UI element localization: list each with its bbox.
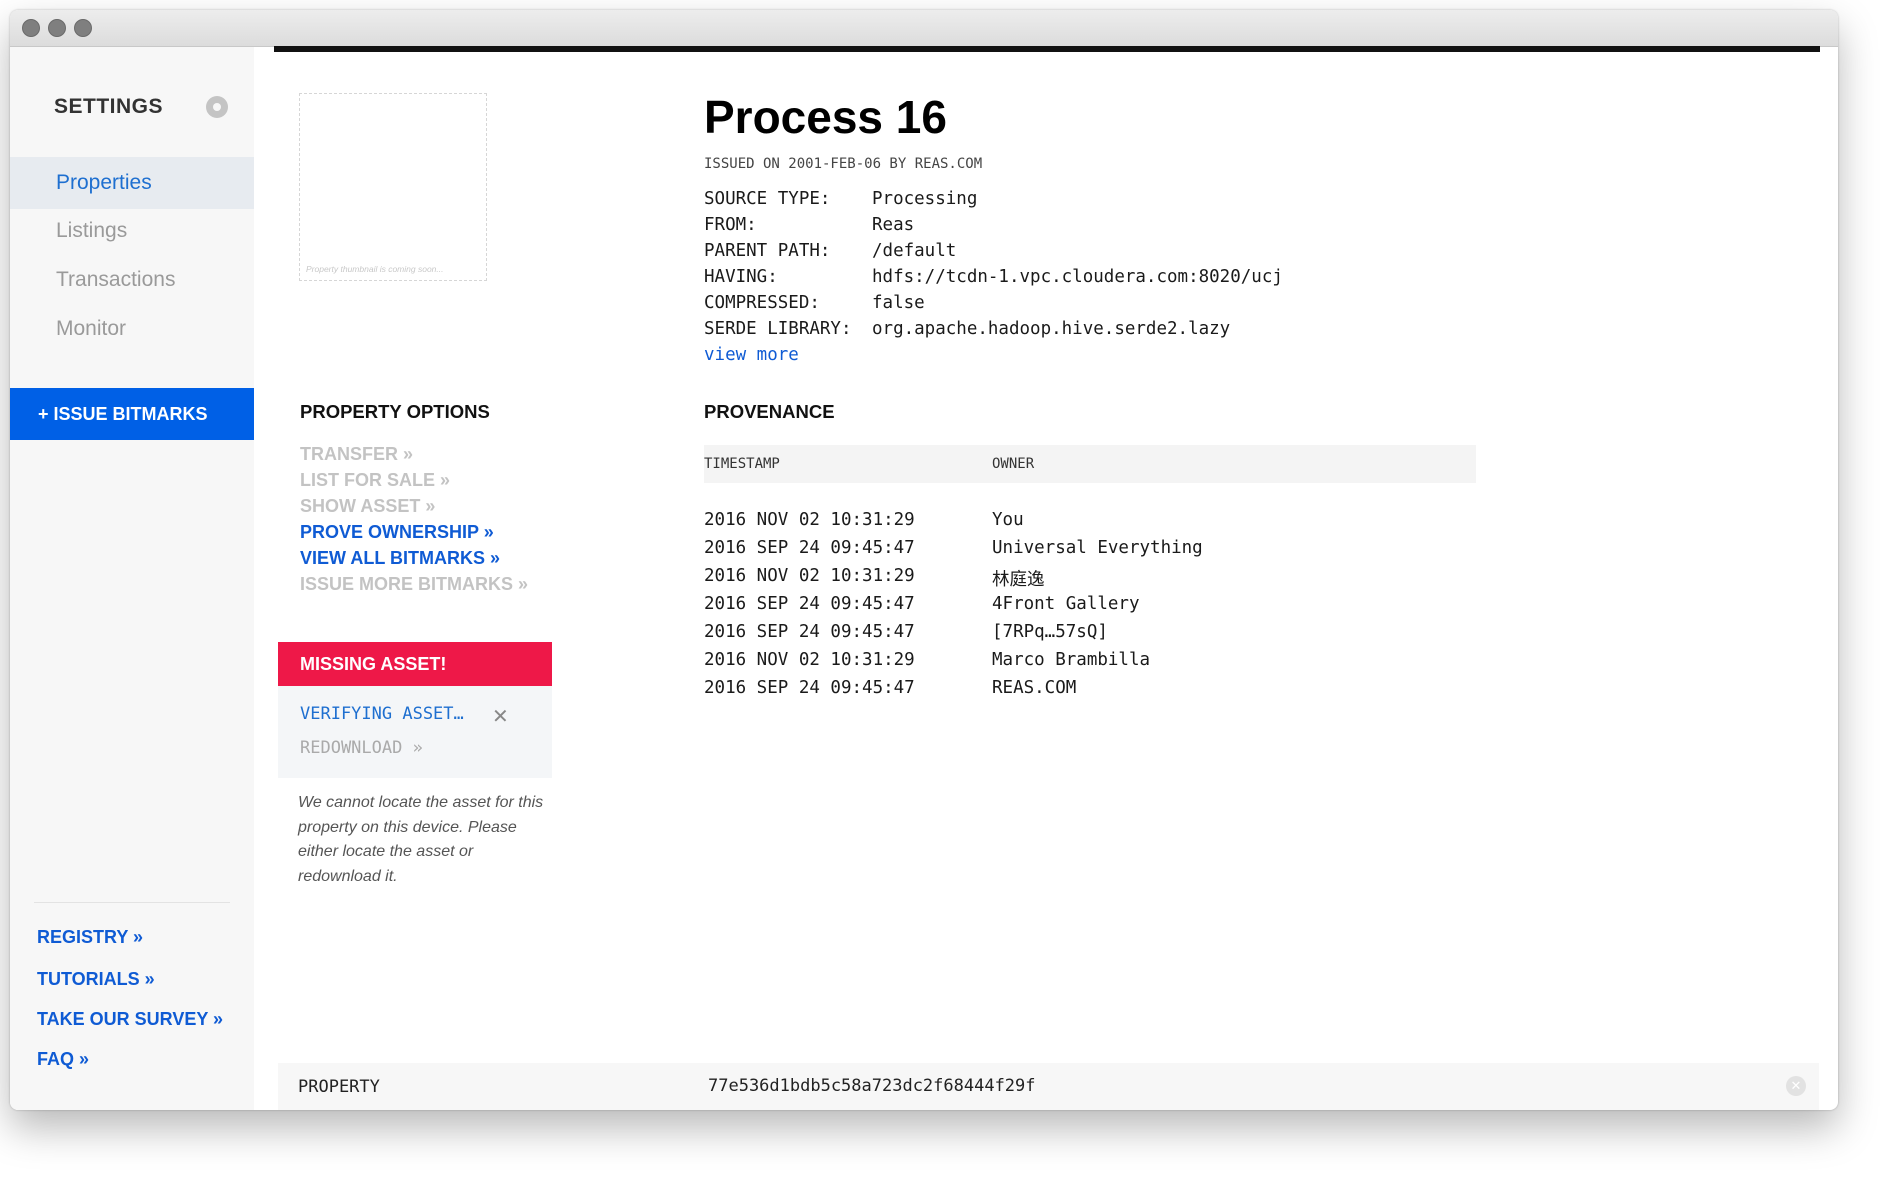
close-circle-icon[interactable]: ✕ <box>1786 1076 1806 1096</box>
row-timestamp: 2016 SEP 24 09:45:47 <box>704 538 915 558</box>
sidebar-item-properties[interactable]: Properties <box>10 157 254 209</box>
issue-more-bitmarks-option[interactable]: ISSUE MORE BITMARKS » <box>300 574 528 595</box>
meta-value: Reas <box>872 215 915 235</box>
meta-key: SOURCE TYPE: <box>704 189 831 209</box>
sidebar-divider <box>34 902 230 903</box>
redownload-link[interactable]: REDOWNLOAD » <box>300 738 423 758</box>
verifying-asset-status: VERIFYING ASSET… <box>300 704 464 724</box>
gear-icon[interactable] <box>206 96 228 118</box>
meta-row: view more <box>704 342 1283 368</box>
asset-status-panel: VERIFYING ASSET… ✕ REDOWNLOAD » <box>278 686 552 778</box>
missing-asset-banner: MISSING ASSET! <box>278 642 552 686</box>
row-timestamp: 2016 NOV 02 10:31:29 <box>704 566 915 586</box>
close-window-button[interactable] <box>22 19 40 37</box>
property-title: Process 16 <box>704 91 947 143</box>
meta-row: SOURCE TYPE: Processing <box>704 186 1283 212</box>
row-owner: 4Front Gallery <box>992 594 1140 614</box>
view-more-link[interactable]: view more <box>704 345 799 365</box>
provenance-heading: PROVENANCE <box>704 401 835 422</box>
issued-info: ISSUED ON 2001-FEB-06 BY REAS.COM <box>704 156 983 172</box>
meta-row: COMPRESSED: false <box>704 290 1283 316</box>
owner-column-header: OWNER <box>992 456 1035 472</box>
title-bar <box>10 10 1838 47</box>
sidebar-item-transactions[interactable]: Transactions <box>10 254 254 306</box>
property-footer: PROPERTY 77e536d1bdb5c58a723dc2f68444f29… <box>278 1063 1819 1110</box>
meta-key: HAVING: <box>704 267 778 287</box>
meta-row: FROM: Reas <box>704 212 1283 238</box>
app-window: SETTINGS Properties Listings Transaction… <box>10 10 1838 1110</box>
property-metadata: SOURCE TYPE: Processing FROM: Reas PARENT … <box>704 186 1283 368</box>
maximize-window-button[interactable] <box>74 19 92 37</box>
take-survey-link[interactable]: TAKE OUR SURVEY » <box>37 1009 223 1030</box>
timestamp-column-header: TIMESTAMP <box>704 456 780 472</box>
meta-value: /default <box>872 241 957 261</box>
list-for-sale-option[interactable]: LIST FOR SALE » <box>300 470 450 491</box>
view-all-bitmarks-option[interactable]: VIEW ALL BITMARKS » <box>300 548 500 569</box>
row-timestamp: 2016 SEP 24 09:45:47 <box>704 594 915 614</box>
row-owner: 林庭逸 <box>992 570 1045 590</box>
meta-value: false <box>872 293 925 313</box>
registry-link[interactable]: REGISTRY » <box>37 927 143 948</box>
row-timestamp: 2016 NOV 02 10:31:29 <box>704 510 915 530</box>
property-hash: 77e536d1bdb5c58a723dc2f68444f29f <box>708 1076 1036 1096</box>
row-timestamp: 2016 NOV 02 10:31:29 <box>704 650 915 670</box>
sidebar-item-listings[interactable]: Listings <box>10 205 254 257</box>
issue-bitmarks-button[interactable]: + ISSUE BITMARKS <box>10 388 254 440</box>
meta-value: org.apache.hadoop.hive.serde2.lazy <box>872 319 1231 339</box>
show-asset-option[interactable]: SHOW ASSET » <box>300 496 435 517</box>
row-owner: REAS.COM <box>992 678 1077 698</box>
property-thumbnail: Property thumbnail is coming soon... <box>299 93 487 281</box>
meta-key: SERDE LIBRARY: <box>704 319 852 339</box>
row-owner: [7RPq…57sQ] <box>992 622 1108 642</box>
tutorials-link[interactable]: TUTORIALS » <box>37 969 155 990</box>
sidebar-item-monitor[interactable]: Monitor <box>10 303 254 355</box>
meta-row: PARENT PATH: /default <box>704 238 1283 264</box>
sidebar: SETTINGS Properties Listings Transaction… <box>10 47 254 1110</box>
footer-label: PROPERTY <box>298 1077 380 1097</box>
row-owner: Universal Everything <box>992 538 1203 558</box>
row-owner: You <box>992 510 1024 530</box>
row-timestamp: 2016 SEP 24 09:45:47 <box>704 622 915 642</box>
meta-key: FROM: <box>704 215 757 235</box>
transfer-option[interactable]: TRANSFER » <box>300 444 413 465</box>
faq-link[interactable]: FAQ » <box>37 1049 89 1070</box>
meta-value: Processing <box>872 189 978 209</box>
missing-asset-note: We cannot locate the asset for this prop… <box>298 794 544 885</box>
close-icon[interactable]: ✕ <box>492 704 509 729</box>
settings-heading: SETTINGS <box>54 95 164 118</box>
meta-key: COMPRESSED: <box>704 293 820 313</box>
property-options-heading: PROPERTY OPTIONS <box>300 401 490 422</box>
row-timestamp: 2016 SEP 24 09:45:47 <box>704 678 915 698</box>
meta-value: hdfs://tcdn-1.vpc.cloudera.com:8020/ucj <box>872 267 1283 287</box>
provenance-table-header: TIMESTAMP OWNER <box>704 445 1476 483</box>
meta-row: HAVING: hdfs://tcdn-1.vpc.cloudera.com:80… <box>704 264 1283 290</box>
header-rule <box>274 46 1820 52</box>
prove-ownership-option[interactable]: PROVE OWNERSHIP » <box>300 522 494 543</box>
row-owner: Marco Brambilla <box>992 650 1151 670</box>
thumbnail-caption: Property thumbnail is coming soon... <box>306 264 444 274</box>
meta-row: SERDE LIBRARY: org.apache.hadoop.hive.ser… <box>704 316 1283 342</box>
minimize-window-button[interactable] <box>48 19 66 37</box>
meta-key: PARENT PATH: <box>704 241 831 261</box>
